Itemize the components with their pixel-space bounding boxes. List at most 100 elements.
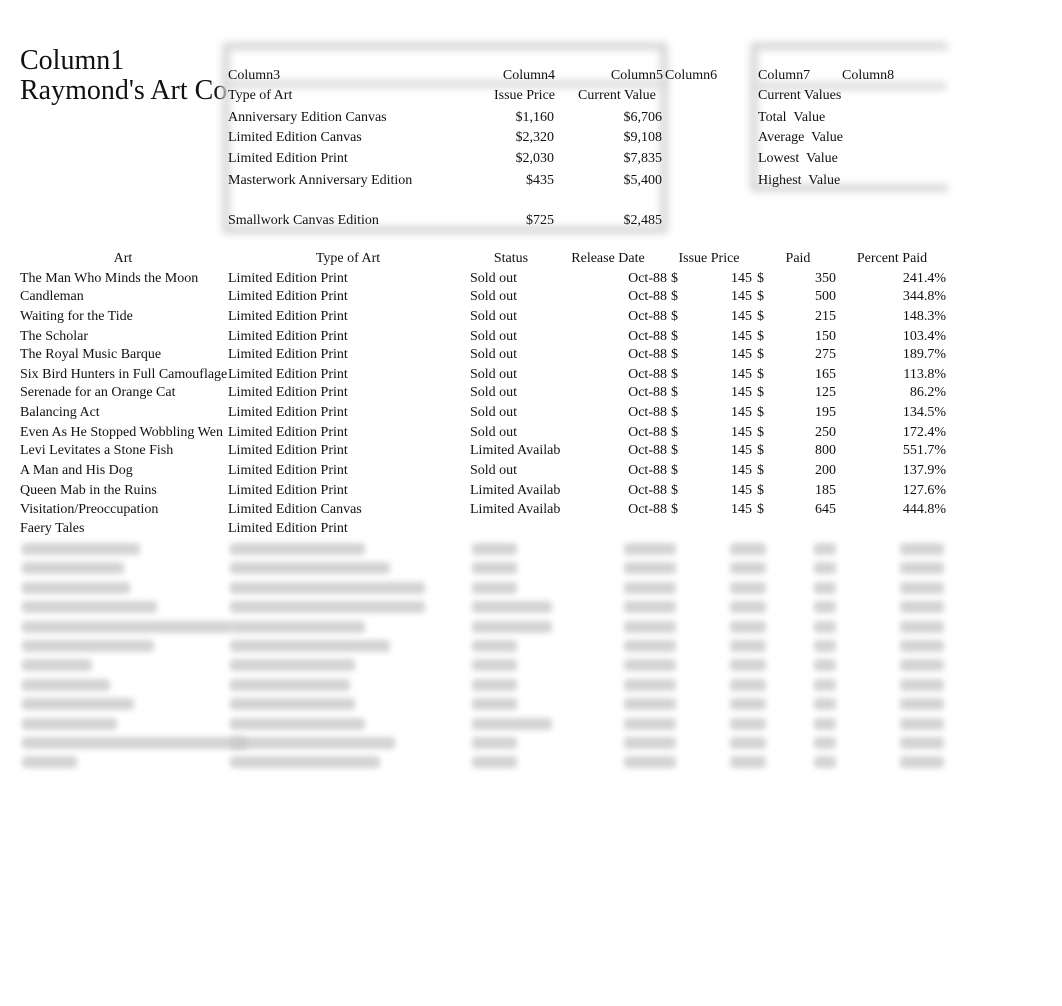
obscured-row	[0, 598, 1000, 617]
release-date: Oct-88	[628, 329, 667, 344]
art-type: Limited Edition Canvas	[228, 502, 362, 517]
issue-price: 145	[731, 309, 752, 324]
art-title: Visitation/Preoccupation	[20, 502, 159, 517]
paid-amount: 165	[815, 367, 836, 382]
issue-currency-symbol: $	[671, 483, 678, 498]
paid-amount: 200	[815, 463, 836, 478]
art-status: Sold out	[470, 463, 518, 478]
total-value-label: Total Value	[758, 110, 826, 125]
header-art: Art	[113, 251, 133, 266]
issue-currency-symbol: $	[671, 405, 678, 420]
summary-col6-header: Column6	[665, 68, 718, 83]
percent-paid: 551.7%	[902, 443, 946, 458]
highest-value-label: Highest Value	[758, 173, 841, 188]
summary-current-value: $6,706	[623, 110, 663, 125]
art-title: Candleman	[20, 289, 84, 304]
summary-issue-price: $2,030	[515, 151, 555, 166]
release-date: Oct-88	[628, 425, 667, 440]
art-status: Sold out	[470, 367, 518, 382]
summary-type: Limited Edition Canvas	[228, 130, 362, 145]
issue-price: 145	[731, 347, 752, 362]
paid-amount: 125	[815, 385, 836, 400]
art-type: Limited Edition Print	[228, 521, 348, 536]
average-value-label: Average Value	[758, 130, 843, 145]
summary-issue-price: $435	[526, 173, 554, 188]
percent-paid: 148.3%	[902, 309, 946, 324]
paid-currency-symbol: $	[757, 367, 764, 382]
release-date: Oct-88	[628, 309, 667, 324]
summary-current-value: $5,400	[623, 173, 663, 188]
header-status: Status	[493, 251, 529, 266]
paid-amount: 150	[815, 329, 836, 344]
paid-amount: 185	[815, 483, 836, 498]
release-date: Oct-88	[628, 367, 667, 382]
obscured-row	[0, 540, 1000, 559]
art-title: The Man Who Minds the Moon	[20, 271, 199, 286]
summary-issue-price: $725	[526, 213, 554, 228]
paid-currency-symbol: $	[757, 502, 764, 517]
percent-paid: 137.9%	[902, 463, 946, 478]
issue-currency-symbol: $	[671, 367, 678, 382]
art-type: Limited Edition Print	[228, 309, 348, 324]
issue-currency-symbol: $	[671, 443, 678, 458]
percent-paid: 134.5%	[902, 405, 946, 420]
issue-currency-symbol: $	[671, 309, 678, 324]
issue-currency-symbol: $	[671, 502, 678, 517]
art-type: Limited Edition Print	[228, 463, 348, 478]
art-title: Serenade for an Orange Cat	[20, 385, 176, 400]
issue-currency-symbol: $	[671, 329, 678, 344]
summary-type: Anniversary Edition Canvas	[228, 110, 387, 125]
art-title: A Man and His Dog	[20, 463, 133, 478]
summary-type-header: Type of Art	[228, 88, 293, 103]
art-type: Limited Edition Print	[228, 385, 348, 400]
art-title: Levi Levitates a Stone Fish	[20, 443, 174, 458]
paid-currency-symbol: $	[757, 463, 764, 478]
obscured-row	[0, 734, 1000, 753]
release-date: Oct-88	[628, 289, 667, 304]
release-date: Oct-88	[628, 443, 667, 458]
art-status: Limited Availab	[470, 443, 561, 458]
percent-paid: 127.6%	[902, 483, 946, 498]
percent-paid: 86.2%	[909, 385, 946, 400]
paid-amount: 195	[815, 405, 836, 420]
obscured-row	[0, 656, 1000, 675]
paid-amount: 800	[815, 443, 836, 458]
paid-currency-symbol: $	[757, 309, 764, 324]
art-status: Sold out	[470, 271, 518, 286]
percent-paid: 444.8%	[902, 502, 946, 517]
art-type: Limited Edition Print	[228, 425, 348, 440]
paid-amount: 350	[815, 271, 836, 286]
release-date: Oct-88	[628, 271, 667, 286]
summary-type: Masterwork Anniversary Edition	[228, 173, 413, 188]
issue-price: 145	[731, 463, 752, 478]
summary-current-value: $7,835	[623, 151, 663, 166]
header-type-of-art: Type of Art	[315, 251, 381, 266]
issue-currency-symbol: $	[671, 271, 678, 286]
issue-price: 145	[731, 483, 752, 498]
paid-currency-symbol: $	[757, 347, 764, 362]
issue-price: 145	[731, 443, 752, 458]
paid-amount: 250	[815, 425, 836, 440]
summary-current-value: $2,485	[623, 213, 663, 228]
percent-paid: 344.8%	[902, 289, 946, 304]
art-status: Sold out	[470, 385, 518, 400]
issue-currency-symbol: $	[671, 425, 678, 440]
percent-paid: 113.8%	[903, 367, 946, 382]
art-status: Sold out	[470, 425, 518, 440]
current-values-heading: Current Values	[758, 88, 842, 103]
paid-currency-symbol: $	[757, 289, 764, 304]
summary-col3-header: Column3	[228, 68, 281, 83]
paid-amount: 215	[815, 309, 836, 324]
header-percent-paid: Percent Paid	[856, 251, 928, 266]
obscured-row	[0, 579, 1000, 598]
art-title: The Royal Music Barque	[20, 347, 162, 362]
issue-currency-symbol: $	[671, 385, 678, 400]
art-type: Limited Edition Print	[228, 329, 348, 344]
issue-currency-symbol: $	[671, 289, 678, 304]
art-status: Sold out	[470, 329, 518, 344]
obscured-row	[0, 753, 1000, 772]
art-type: Limited Edition Print	[228, 405, 348, 420]
obscured-row	[0, 559, 1000, 578]
art-type: Limited Edition Print	[228, 347, 348, 362]
header-paid: Paid	[785, 251, 811, 266]
